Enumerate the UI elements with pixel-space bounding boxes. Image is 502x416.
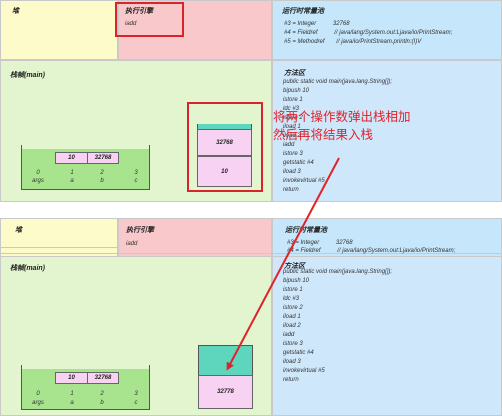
annotation-text: 将两个操作数弹出栈相加 然后再将结果入栈 bbox=[273, 110, 411, 142]
operand-stack-value: 32778 bbox=[198, 375, 253, 409]
method-code-line: getstatic #4 bbox=[283, 350, 314, 356]
engine-title: 执行引擎 bbox=[126, 227, 154, 234]
method-code-line: return bbox=[283, 187, 299, 193]
heap-panel: 堆 bbox=[0, 218, 118, 248]
lvt-slot-1-value: 10 bbox=[55, 152, 88, 164]
lvt-border-bottom bbox=[21, 189, 150, 190]
method-code-line: iadd bbox=[283, 332, 295, 338]
method-code-line: istore 1 bbox=[283, 97, 303, 103]
lvt-border-right bbox=[149, 365, 150, 409]
operand-stack-value: 10 bbox=[197, 156, 252, 187]
lvt-slot-index: 2 bbox=[100, 391, 104, 397]
lvt-slot-name: a bbox=[70, 400, 74, 406]
constant-pool-entry: #3 = Integer 32768 bbox=[284, 21, 350, 27]
constant-pool-title: 运行时常量池 bbox=[285, 227, 327, 234]
method-code-line: return bbox=[283, 377, 299, 383]
method-area-title: 方法区 bbox=[284, 70, 305, 77]
method-code-line: bipush 10 bbox=[283, 278, 310, 284]
lvt-slot-name: a bbox=[70, 178, 74, 184]
method-code-line: public static void main(java.lang.String… bbox=[283, 269, 393, 275]
method-code-line: public static void main(java.lang.String… bbox=[283, 79, 393, 85]
lvt-slot-index: 3 bbox=[134, 170, 138, 176]
lvt-border-right bbox=[149, 145, 150, 189]
constant-pool-entry: #5 = Methodref // java/io/PrintStream.pr… bbox=[284, 39, 422, 45]
lvt-slot-name: c bbox=[134, 400, 138, 406]
method-code-line: invokevirtual #5 bbox=[283, 178, 325, 184]
constant-pool-title: 运行时常量池 bbox=[282, 8, 324, 15]
stack-frame-title: 栈帧(main) bbox=[10, 265, 45, 272]
heap-title: 堆 bbox=[15, 227, 22, 234]
method-code-line: istore 3 bbox=[283, 151, 303, 157]
method-code-line: iload 2 bbox=[283, 323, 301, 329]
lvt-slot-2-value: 32768 bbox=[87, 152, 119, 164]
method-code-line: iload 1 bbox=[283, 314, 301, 320]
method-code-line: invokevirtual #5 bbox=[283, 368, 325, 374]
engine-highlight-box bbox=[115, 2, 184, 37]
lvt-border-left bbox=[21, 365, 22, 409]
method-code-line: getstatic #4 bbox=[283, 160, 314, 166]
method-code-line: iload 3 bbox=[283, 169, 301, 175]
method-code-line: istore 2 bbox=[283, 305, 303, 311]
lvt-slot-name: b bbox=[100, 400, 104, 406]
lvt-slot-2-value: 32768 bbox=[87, 372, 119, 384]
method-code-line: bipush 10 bbox=[283, 88, 310, 94]
lvt-border-left bbox=[21, 145, 22, 189]
lvt-slot-index: 0 bbox=[36, 170, 40, 176]
constant-pool-entry: #4 = Fieldref // java/lang/System.out:Lj… bbox=[287, 248, 456, 254]
lvt-border-bottom bbox=[21, 409, 150, 410]
method-code-line: ldc #3 bbox=[283, 296, 300, 302]
engine-instruction: iadd bbox=[126, 241, 138, 247]
method-code: public static void main(java.lang.String… bbox=[283, 268, 392, 385]
lvt-slot-name: b bbox=[100, 178, 104, 184]
lvt-slot-index: 2 bbox=[100, 170, 104, 176]
operand-stack-value: 32768 bbox=[197, 129, 252, 156]
lvt-slot-1-value: 10 bbox=[55, 372, 88, 384]
method-code-line: iload 3 bbox=[283, 359, 301, 365]
lvt-slot-name: args bbox=[32, 400, 44, 406]
heap-panel: 堆 bbox=[0, 0, 118, 60]
lvt-slot-name: args bbox=[32, 178, 44, 184]
lvt-slot-name: c bbox=[134, 178, 138, 184]
lvt-slot-index: 1 bbox=[70, 170, 74, 176]
engine-panel: 执行引擎 iadd bbox=[118, 218, 272, 254]
constant-pool-panel: 运行时常量池 #3 = Integer 32768 #4 = Fieldref … bbox=[272, 0, 502, 60]
lvt-slot-index: 1 bbox=[70, 391, 74, 397]
constant-pool-entry: #4 = Fieldref // java/lang/System.out:Lj… bbox=[284, 30, 453, 36]
heap-title: 堆 bbox=[12, 8, 19, 15]
lvt-slot-index: 3 bbox=[134, 391, 138, 397]
method-code-line: istore 3 bbox=[283, 341, 303, 347]
stack-frame-title: 栈帧(main) bbox=[10, 72, 45, 79]
method-code-line: istore 1 bbox=[283, 287, 303, 293]
lvt-slot-index: 0 bbox=[36, 391, 40, 397]
